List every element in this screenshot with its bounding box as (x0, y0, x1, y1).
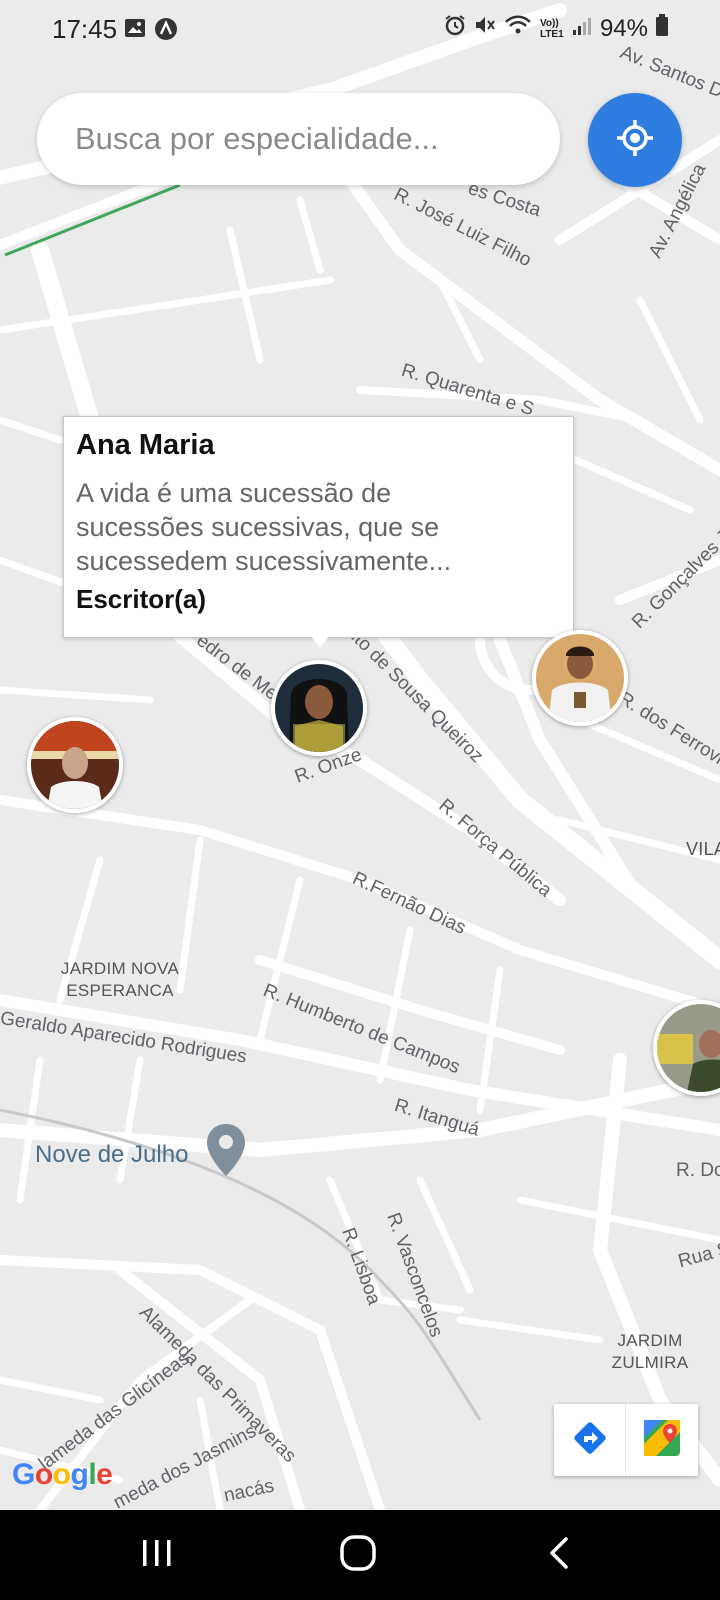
directions-icon (572, 1420, 608, 1461)
open-in-maps-button[interactable] (626, 1404, 698, 1476)
search-bar[interactable] (37, 93, 560, 185)
back-button[interactable] (534, 1532, 584, 1578)
poi-label[interactable]: Nove de Julho (35, 1141, 188, 1169)
home-button[interactable] (333, 1532, 383, 1578)
google-maps-icon (642, 1418, 682, 1463)
google-logo: Google (12, 1458, 113, 1491)
app-a-icon (154, 17, 178, 46)
professional-bio: A vida é uma sucessão de sucessões suces… (76, 478, 452, 576)
street-label: R. Do (676, 1160, 720, 1181)
professional-name: Ana Maria (76, 429, 215, 461)
status-time: 17:45 (52, 14, 118, 44)
system-navigation-bar (0, 1510, 720, 1600)
recents-icon (140, 1538, 174, 1573)
avatar (657, 1004, 720, 1092)
image-icon (124, 17, 146, 46)
avatar (536, 634, 624, 722)
profile-marker-young-man[interactable] (532, 630, 628, 726)
district-label: VILA (686, 839, 720, 859)
profile-marker-ana-maria[interactable] (271, 660, 367, 756)
wifi-icon (504, 14, 532, 43)
avatar (31, 721, 119, 809)
profile-marker-chef[interactable] (27, 717, 123, 813)
district-label: JARDIM NOVA ESPERANCA (60, 959, 180, 1000)
avatar (275, 664, 363, 752)
back-icon (546, 1536, 572, 1575)
volte-icon: Vo)) LTE1 (539, 17, 564, 40)
professional-specialty: Escritor(a) (76, 584, 207, 614)
home-icon (339, 1534, 377, 1577)
info-window-pointer (311, 636, 329, 648)
marker-info-window[interactable]: Ana Maria A vida é uma sucessão de suces… (63, 416, 574, 638)
battery-level: 94% (599, 14, 648, 42)
my-location-button[interactable] (588, 93, 682, 187)
crosshair-icon (615, 118, 655, 163)
map-toolbar (554, 1404, 698, 1476)
signal-icon (572, 15, 592, 43)
recent-apps-button[interactable] (132, 1532, 182, 1578)
status-bar: 17:45 Vo)) LTE1 94% (0, 0, 720, 60)
mute-icon (474, 14, 496, 43)
battery-icon (656, 14, 668, 43)
alarm-icon (444, 14, 466, 43)
search-input[interactable] (75, 121, 545, 157)
directions-button[interactable] (554, 1404, 626, 1476)
district-label: JARDIM ZULMIRA (611, 1331, 689, 1372)
